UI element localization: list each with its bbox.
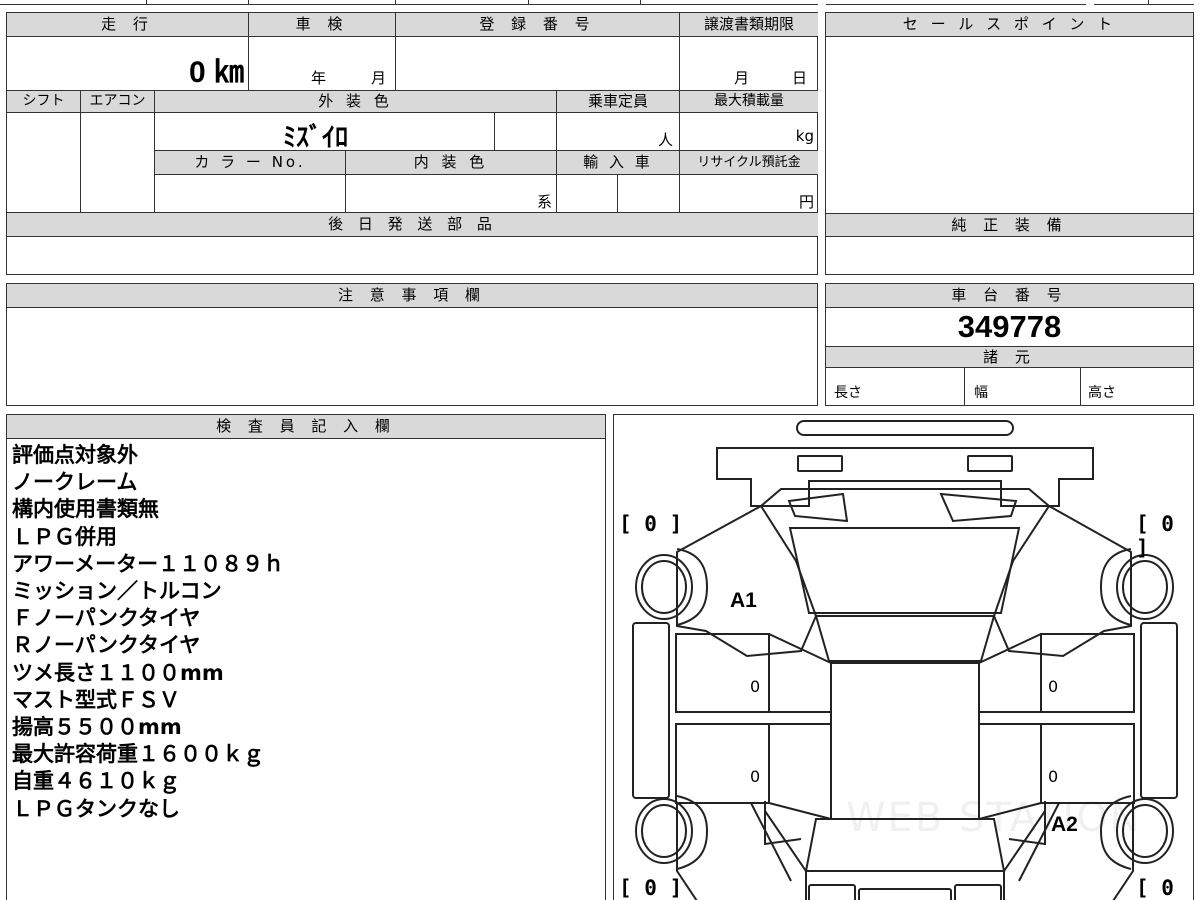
later-parts-header: 後 日 発 送 部 品 xyxy=(7,213,818,237)
inspection-month: 月 xyxy=(371,69,387,87)
front-left-wheel xyxy=(635,548,709,626)
mileage-cell: 0 ㎞ xyxy=(7,37,249,91)
left-front-door xyxy=(675,633,770,713)
import-header: 輸 入 車 xyxy=(557,151,680,175)
vehicle-diagram: [ 0 ] [ 0 ] [ 0 ] [ 0 ] A1 A2 0 0 0 0 WE… xyxy=(613,414,1194,900)
inspector-box: 検 査 員 記 入 欄 評価点対象外 ノークレーム 構内使用書類無 ＬＰＧ併用 アワーメ… xyxy=(6,414,606,900)
max-load-cell: kg xyxy=(680,113,818,151)
inspector-note-line: 自重４６１０ｋｇ xyxy=(12,769,180,794)
windshield xyxy=(788,527,1021,614)
height-label: 高さ xyxy=(1088,385,1116,401)
tire-front-right: [ 0 ] xyxy=(1136,512,1174,560)
deadline-header: 譲渡書類期限 xyxy=(680,13,818,37)
top-strip xyxy=(0,0,1200,6)
deadline-month: 月 xyxy=(734,69,750,87)
inspection-cell: 年 月 xyxy=(249,37,396,91)
door-grade-fl: 0 xyxy=(750,677,761,696)
sales-point-header: セ ー ル ス ポ イ ン ト xyxy=(826,13,1193,37)
door-grade-rl: 0 xyxy=(750,767,761,786)
aircon-header: エアコン xyxy=(81,91,155,113)
roof xyxy=(814,615,996,662)
left-rear-door xyxy=(675,723,770,804)
inspector-note-line: 評価点対象外 xyxy=(12,443,138,467)
tire-front-left: [ 0 ] xyxy=(619,512,683,536)
door-grade-fr: 0 xyxy=(1048,677,1059,696)
mileage-value: 0 ㎞ xyxy=(188,56,244,89)
inspector-note-line: ミッション／トルコン xyxy=(12,579,222,604)
interior-color-cell: 系 xyxy=(346,175,557,213)
hood xyxy=(760,488,1050,507)
max-load-unit: kg xyxy=(795,127,814,145)
color-no-header: カ ラ ー No. xyxy=(155,151,346,175)
inspector-note-line: マスト型式ＦＳＶ xyxy=(12,687,180,712)
registration-cell xyxy=(396,37,680,91)
interior-color-header: 内 装 色 xyxy=(346,151,557,175)
import-cell-b xyxy=(618,175,680,213)
front-panel xyxy=(716,447,1094,507)
inspector-note-line: ＬＰＧ併用 xyxy=(12,524,117,549)
exterior-color-cell: ﾐｽﾞｲﾛ xyxy=(155,113,495,152)
exterior-color-extra xyxy=(495,113,557,151)
inspector-note-line: 最大許容荷重１６００ｋｇ xyxy=(12,742,264,767)
right-headlight xyxy=(967,455,1013,472)
capacity-unit: 人 xyxy=(657,131,673,149)
damage-mark-a1: A1 xyxy=(730,589,757,612)
inspector-note-line: ノークレーム xyxy=(12,470,138,495)
door-grade-rr: 0 xyxy=(1048,767,1059,786)
inspector-note-line: 揚高５５００mm xyxy=(12,715,182,740)
deadline-day: 日 xyxy=(792,69,808,87)
inspector-note-line: Ｒノーパンクタイヤ xyxy=(12,633,201,658)
inspector-note-line: アワーメーター１１０８９ｈ xyxy=(12,551,285,576)
chassis-number: 349778 xyxy=(957,309,1062,344)
chassis-box: 車 台 番 号 349778 諸 元 長さ 幅 高さ xyxy=(825,283,1194,406)
watermark: WEB STATION xyxy=(846,795,1142,841)
capacity-header: 乗車定員 xyxy=(557,91,680,113)
left-rear-fender xyxy=(676,802,792,900)
inspection-header: 車 検 xyxy=(249,13,396,37)
max-load-header: 最大積載量 xyxy=(680,91,818,113)
deadline-cell: 月 日 xyxy=(680,37,818,91)
tire-rear-right: [ 0 ] xyxy=(1136,876,1174,900)
interior-suffix: 系 xyxy=(536,193,552,211)
right-rear-door xyxy=(1040,723,1135,804)
left-headlight xyxy=(797,455,843,472)
length-label: 長さ xyxy=(834,385,862,401)
capacity-cell: 人 xyxy=(557,113,680,151)
front-bumper xyxy=(796,420,1014,436)
tire-rear-left: [ 0 ] xyxy=(619,876,683,900)
vehicle-info-table: 走 行 車 検 登 録 番 号 譲渡書類期限 0 ㎞ 年 月 月 日 シフト エ… xyxy=(6,12,818,275)
shift-header: シフト xyxy=(7,91,81,113)
shift-cell xyxy=(7,113,81,213)
chassis-header: 車 台 番 号 xyxy=(826,284,1193,308)
recycle-cell: 円 xyxy=(680,175,818,213)
spec-header: 諸 元 xyxy=(826,347,1193,368)
inspector-note-line: Ｆノーパンクタイヤ xyxy=(12,606,201,631)
color-no-cell xyxy=(155,175,346,213)
notes-header: 注 意 事 項 欄 xyxy=(7,284,817,308)
mileage-header: 走 行 xyxy=(7,13,249,37)
right-front-door xyxy=(1040,633,1135,713)
import-cell-a xyxy=(557,175,618,213)
inspector-note-line: ツメ長さ１１００mm xyxy=(12,660,224,685)
genuine-equipment-header: 純 正 装 備 xyxy=(826,214,1193,237)
recycle-header: リサイクル預託金 xyxy=(680,151,818,175)
exterior-color-value: ﾐｽﾞｲﾛ xyxy=(283,122,349,152)
inspector-note-line: 構内使用書類無 xyxy=(12,497,159,522)
later-parts-body xyxy=(7,237,818,274)
registration-header: 登 録 番 号 xyxy=(396,13,680,37)
sales-point-box: セ ー ル ス ポ イ ン ト 純 正 装 備 xyxy=(825,12,1194,275)
width-label: 幅 xyxy=(974,385,988,401)
rear-left-wheel xyxy=(635,795,709,870)
recycle-unit: 円 xyxy=(798,193,814,211)
inspector-header: 検 査 員 記 入 欄 xyxy=(7,415,605,439)
aircon-cell xyxy=(81,113,155,213)
front-right-wheel xyxy=(1099,548,1174,626)
inspector-notes: 評価点対象外 ノークレーム 構内使用書類無 ＬＰＧ併用 アワーメーター１１０８９ｈ ミッシ… xyxy=(12,442,284,823)
notes-box: 注 意 事 項 欄 xyxy=(6,283,818,406)
inspection-year: 年 xyxy=(311,69,327,87)
exterior-color-header: 外 装 色 xyxy=(155,91,557,113)
inspector-note-line: ＬＰＧタンクなし xyxy=(12,796,180,821)
